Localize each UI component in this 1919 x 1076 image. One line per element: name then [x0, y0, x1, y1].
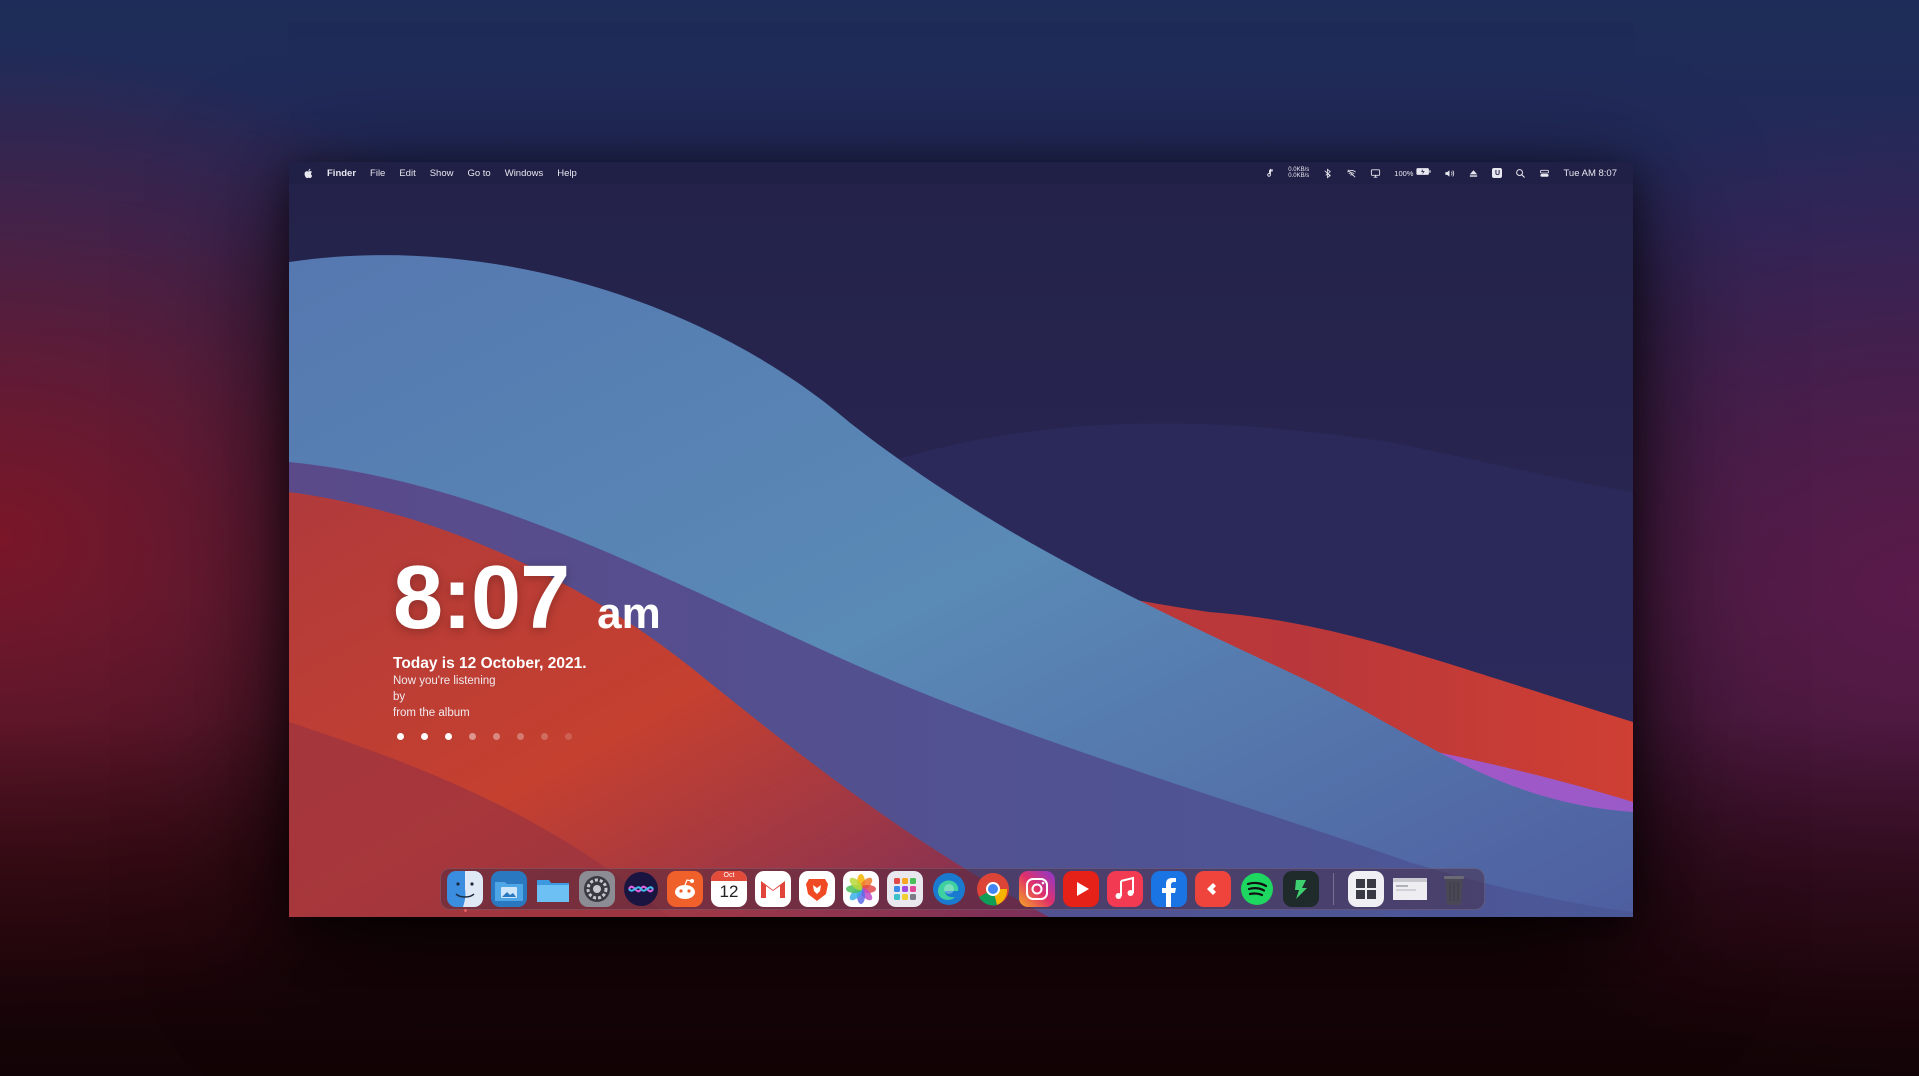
- brave-icon[interactable]: [799, 871, 835, 907]
- menu-file[interactable]: File: [370, 168, 385, 179]
- page-dot[interactable]: [469, 733, 476, 740]
- page-dot[interactable]: [397, 733, 404, 740]
- anydesk-icon[interactable]: [1195, 871, 1231, 907]
- launchpad-icon[interactable]: [887, 871, 923, 907]
- trash-icon[interactable]: [1436, 871, 1472, 907]
- eject-icon[interactable]: [1468, 168, 1479, 179]
- calendar-icon[interactable]: Oct 12: [711, 871, 747, 907]
- menu-help[interactable]: Help: [557, 168, 577, 179]
- page-indicator[interactable]: [397, 733, 661, 740]
- wifi-off-icon[interactable]: [1346, 168, 1357, 179]
- menu-windows[interactable]: Windows: [505, 168, 544, 179]
- window-preview-icon[interactable]: [1392, 871, 1428, 907]
- finder-icon[interactable]: [447, 871, 483, 907]
- photos-icon[interactable]: [843, 871, 879, 907]
- instagram-icon[interactable]: [1019, 871, 1055, 907]
- clock-ampm: am: [597, 589, 661, 638]
- battery-status[interactable]: 100%: [1394, 167, 1432, 179]
- image-capture-icon[interactable]: [491, 871, 527, 907]
- running-indicator: [463, 909, 467, 912]
- page-dot[interactable]: [445, 733, 452, 740]
- page-dot[interactable]: [421, 733, 428, 740]
- wallpaper: [289, 162, 1633, 917]
- now-playing-artist: by: [393, 691, 406, 703]
- now-playing-album: from the album: [393, 707, 470, 719]
- control-center-icon[interactable]: [1539, 168, 1550, 179]
- facebook-icon[interactable]: [1151, 871, 1187, 907]
- u-app-icon[interactable]: U: [1492, 168, 1503, 178]
- clock-widget: 8:07 am Today is 12 October, 2021. Now y…: [393, 548, 661, 740]
- reddit-icon[interactable]: [667, 871, 703, 907]
- apple-logo-icon[interactable]: [303, 168, 313, 179]
- menu-edit[interactable]: Edit: [399, 168, 415, 179]
- page-dot[interactable]: [493, 733, 500, 740]
- bluetooth-off-icon[interactable]: [1322, 167, 1333, 179]
- edge-icon[interactable]: [931, 871, 967, 907]
- now-playing-text: Now you're listening: [393, 675, 496, 687]
- windows-icon[interactable]: [1348, 871, 1384, 907]
- menu-bar: Finder File Edit Show Go to Windows Help…: [289, 162, 1633, 184]
- menu-finder[interactable]: Finder: [327, 168, 356, 179]
- volume-icon[interactable]: [1444, 168, 1455, 179]
- folder-icon[interactable]: [535, 871, 571, 907]
- spotify-icon[interactable]: [1239, 871, 1275, 907]
- battery-icon: [1416, 167, 1432, 179]
- net-down-speed: 0.0KB/s: [1288, 173, 1310, 179]
- dock-slot-finder: [447, 871, 483, 912]
- deepl-icon[interactable]: [1283, 871, 1319, 907]
- clock-time: 8:07: [393, 548, 570, 648]
- network-speed[interactable]: 0.0KB/s 0.0KB/s: [1288, 167, 1309, 180]
- chrome-icon[interactable]: [975, 871, 1011, 907]
- battery-percent: 100%: [1394, 168, 1414, 178]
- calendar-month: Oct: [711, 871, 747, 881]
- display-icon[interactable]: [1370, 168, 1381, 179]
- search-icon[interactable]: [1515, 168, 1526, 179]
- dock: Oct 12: [440, 868, 1485, 912]
- music-note-icon[interactable]: [1264, 168, 1275, 179]
- menubar-clock[interactable]: Tue AM 8:07: [1563, 168, 1617, 179]
- page-dot[interactable]: [565, 733, 572, 740]
- siri-icon[interactable]: [623, 871, 659, 907]
- gmail-icon[interactable]: [755, 871, 791, 907]
- menu-show[interactable]: Show: [430, 168, 454, 179]
- desktop-screen: Finder File Edit Show Go to Windows Help…: [289, 162, 1633, 917]
- calendar-day: 12: [719, 882, 739, 901]
- system-preferences-icon[interactable]: [579, 871, 615, 907]
- clock-date: Today is 12 October, 2021.: [393, 655, 587, 672]
- music-icon[interactable]: [1107, 871, 1143, 907]
- youtube-icon[interactable]: [1063, 871, 1099, 907]
- dock-separator: [1333, 873, 1334, 905]
- page-dot[interactable]: [541, 733, 548, 740]
- menu-go-to[interactable]: Go to: [467, 168, 490, 179]
- page-dot[interactable]: [517, 733, 524, 740]
